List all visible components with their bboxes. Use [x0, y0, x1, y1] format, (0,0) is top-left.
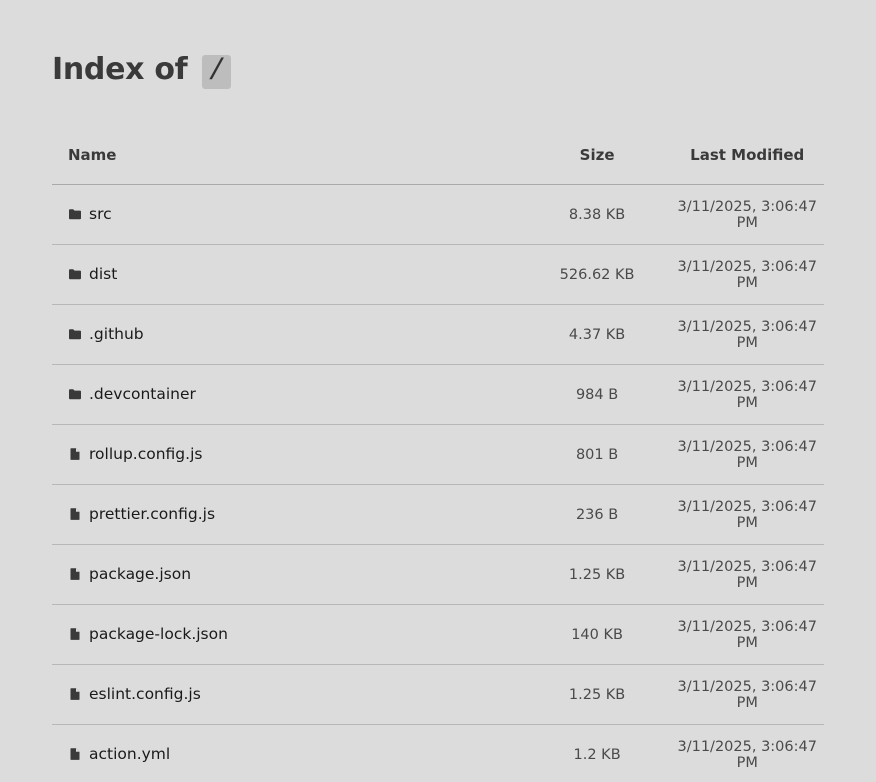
cell-name: dist — [52, 244, 524, 305]
entry-name: eslint.config.js — [89, 684, 201, 703]
cell-size: 8.38 KB — [523, 184, 671, 245]
entry-name: rollup.config.js — [89, 444, 203, 463]
cell-last-modified: 3/11/2025, 3:06:47 PM — [670, 664, 824, 725]
cell-last-modified: 3/11/2025, 3:06:47 PM — [670, 724, 824, 782]
entry-name: .devcontainer — [89, 384, 196, 403]
cell-last-modified: 3/11/2025, 3:06:47 PM — [670, 604, 824, 665]
table-row: eslint.config.js 1.25 KB 3/11/2025, 3:06:4… — [52, 664, 824, 725]
cell-name: action.yml — [52, 724, 524, 782]
cell-last-modified: 3/11/2025, 3:06:47 PM — [670, 304, 824, 365]
cell-size: 4.37 KB — [523, 304, 671, 365]
folder-link[interactable]: src — [68, 205, 112, 223]
table-row: .devcontainer 984 B 3/11/2025, 3:06:47 PM — [52, 364, 824, 425]
cell-size: 526.62 KB — [523, 244, 671, 305]
entry-name: package-lock.json — [89, 624, 228, 643]
file-link[interactable]: action.yml — [68, 745, 170, 763]
table-row: dist 526.62 KB 3/11/2025, 3:06:47 PM — [52, 244, 824, 305]
cell-size: 1.2 KB — [523, 724, 671, 782]
cell-last-modified: 3/11/2025, 3:06:47 PM — [670, 544, 824, 605]
cell-size: 984 B — [523, 364, 671, 425]
cell-size: 236 B — [523, 484, 671, 545]
entry-name: package.json — [89, 564, 192, 583]
folder-icon — [68, 327, 82, 341]
table-row: package-lock.json 140 KB 3/11/2025, 3:06:4… — [52, 604, 824, 665]
file-icon — [68, 507, 82, 521]
cell-last-modified: 3/11/2025, 3:06:47 PM — [670, 364, 824, 425]
folder-icon — [68, 207, 82, 221]
cell-name: .devcontainer — [52, 364, 524, 425]
entry-name: dist — [89, 264, 118, 283]
file-link[interactable]: rollup.config.js — [68, 445, 202, 463]
folder-link[interactable]: .devcontainer — [68, 385, 196, 403]
cell-name: prettier.config.js — [52, 484, 524, 545]
cell-last-modified: 3/11/2025, 3:06:47 PM — [670, 244, 824, 305]
cell-size: 1.25 KB — [523, 664, 671, 725]
file-link[interactable]: eslint.config.js — [68, 685, 201, 703]
file-icon — [68, 567, 82, 581]
table-row: package.json 1.25 KB 3/11/2025, 3:06:47 PM — [52, 544, 824, 605]
folder-icon — [68, 267, 82, 281]
page-title: Index of / — [52, 50, 232, 90]
file-link[interactable]: package-lock.json — [68, 625, 228, 643]
cell-name: rollup.config.js — [52, 424, 524, 485]
file-icon — [68, 627, 82, 641]
cell-size: 1.25 KB — [523, 544, 671, 605]
column-header-modified[interactable]: Last Modified — [670, 125, 824, 185]
table-row: prettier.config.js 236 B 3/11/2025, 3:06:4… — [52, 484, 824, 545]
cell-name: package-lock.json — [52, 604, 524, 665]
table-row: rollup.config.js 801 B 3/11/2025, 3:06:47 … — [52, 424, 824, 485]
cell-name: src — [52, 184, 524, 245]
table-row: src 8.38 KB 3/11/2025, 3:06:47 PM — [52, 184, 824, 245]
entry-name: .github — [89, 324, 144, 343]
cell-name: package.json — [52, 544, 524, 605]
folder-link[interactable]: dist — [68, 265, 117, 283]
current-path: / — [201, 55, 232, 89]
cell-size: 140 KB — [523, 604, 671, 665]
file-icon — [68, 447, 82, 461]
cell-name: eslint.config.js — [52, 664, 524, 725]
cell-last-modified: 3/11/2025, 3:06:47 PM — [670, 484, 824, 545]
entry-name: prettier.config.js — [89, 504, 216, 523]
entry-name: src — [89, 204, 112, 223]
table-row: action.yml 1.2 KB 3/11/2025, 3:06:47 PM — [52, 724, 824, 782]
title-prefix: Index of — [52, 52, 188, 87]
file-link[interactable]: prettier.config.js — [68, 505, 215, 523]
file-icon — [68, 687, 82, 701]
directory-listing-page: Index of / Name Size Last Modified src 8.… — [0, 0, 876, 782]
cell-last-modified: 3/11/2025, 3:06:47 PM — [670, 424, 824, 485]
table-header-row: Name Size Last Modified — [52, 125, 824, 185]
file-link[interactable]: package.json — [68, 565, 191, 583]
column-header-size[interactable]: Size — [523, 125, 671, 185]
cell-last-modified: 3/11/2025, 3:06:47 PM — [670, 184, 824, 245]
cell-name: .github — [52, 304, 524, 365]
file-icon — [68, 747, 82, 761]
file-table: Name Size Last Modified src 8.38 KB 3/11/2… — [52, 125, 824, 782]
cell-size: 801 B — [523, 424, 671, 485]
folder-icon — [68, 387, 82, 401]
table-row: .github 4.37 KB 3/11/2025, 3:06:47 PM — [52, 304, 824, 365]
entry-name: action.yml — [89, 744, 171, 763]
column-header-name[interactable]: Name — [52, 125, 524, 185]
folder-link[interactable]: .github — [68, 325, 144, 343]
